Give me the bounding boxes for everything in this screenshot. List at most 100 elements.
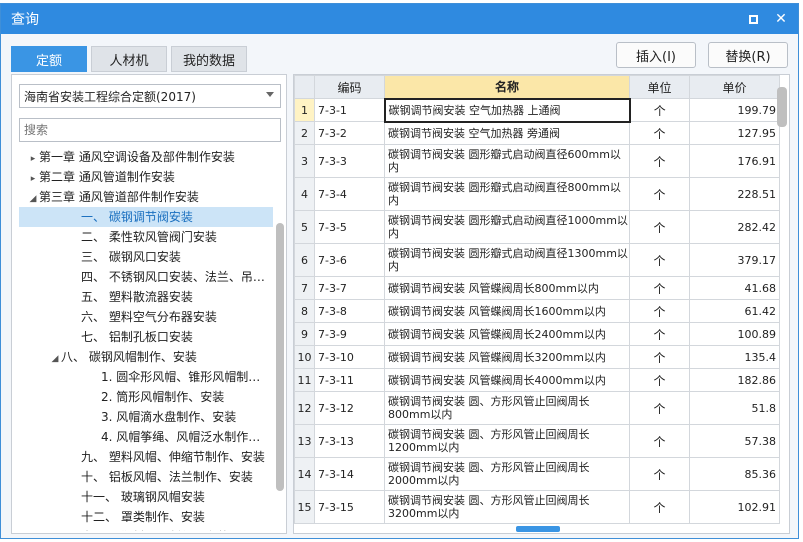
cell-unit: 个 <box>629 177 690 211</box>
header-unit[interactable]: 单位 <box>629 75 690 99</box>
tree-item-label: 第一章 通风空调设备及部件制作安装 <box>39 150 235 164</box>
cell-price: 61.42 <box>689 299 780 323</box>
table-row[interactable]: 9 7-3-9 碳钢调节阀安装 风管蝶阀周长2400mm以内个 100.89 <box>294 322 780 346</box>
table-row[interactable]: 1 7-3-1 碳钢调节阀安装 空气加热器 上通阀个 199.79 <box>294 97 780 123</box>
tree-item[interactable]: ◢ 八、 碳钢风帽制作、安装 <box>19 347 273 367</box>
search-input[interactable] <box>19 118 281 142</box>
cell-price: 51.8 <box>689 391 780 425</box>
tree-item[interactable]: 十、 铝板风帽、法兰制作、安装 <box>19 467 273 487</box>
expand-arrow-icon[interactable]: ▸ <box>27 169 39 189</box>
tree-item[interactable]: 4. 风帽筝绳、风帽泛水制作… <box>19 427 273 447</box>
table-row[interactable]: 6 7-3-6 碳钢调节阀安装 圆形瓣式启动阀直径1300mm以内个 379.17 <box>294 243 780 277</box>
cell-name: 碳钢调节阀安装 圆、方形风管止回阀周长1200mm以内 <box>384 424 630 458</box>
cell-code: 7-3-7 <box>314 276 385 300</box>
table-row[interactable]: 2 7-3-2 碳钢调节阀安装 空气加热器 旁通阀个 127.95 <box>294 121 780 145</box>
table-row[interactable]: 3 7-3-3 碳钢调节阀安装 圆形瓣式启动阀直径600mm以内个 176.91 <box>294 144 780 178</box>
header-price[interactable]: 单价 <box>689 75 780 99</box>
cell-name: 碳钢调节阀安装 圆形瓣式启动阀直径1000mm以内 <box>384 210 630 244</box>
table-header-row: 编码 名称 单位 单价 <box>294 75 780 99</box>
insert-button[interactable]: 插入(I) <box>616 42 696 68</box>
row-number: 7 <box>294 276 315 300</box>
cell-name: 碳钢调节阀安装 风管蝶阀周长2400mm以内 <box>384 322 630 346</box>
cell-price: 41.68 <box>689 276 780 300</box>
replace-button[interactable]: 替换(R) <box>708 42 788 68</box>
tree-item-label: 三、 碳钢风口安装 <box>81 250 181 264</box>
cell-code: 7-3-14 <box>314 457 385 491</box>
cell-price: 135.4 <box>689 345 780 369</box>
table-row[interactable]: 12 7-3-12 碳钢调节阀安装 圆、方形风管止回阀周长800mm以内个 51.8 <box>294 391 780 425</box>
expand-arrow-icon[interactable]: ▸ <box>27 149 39 169</box>
tree-item[interactable]: 一、 碳钢调节阀安装 <box>19 207 273 227</box>
title-bar: 查询 ✕ <box>1 4 798 34</box>
table-row[interactable]: 14 7-3-14 碳钢调节阀安装 圆、方形风管止回阀周长2000mm以内个 85.3… <box>294 457 780 491</box>
cell-unit: 个 <box>629 144 690 178</box>
table-row[interactable]: 13 7-3-13 碳钢调节阀安装 圆、方形风管止回阀周长1200mm以内个 57.3… <box>294 424 780 458</box>
row-number: 8 <box>294 299 315 323</box>
table-scrollbar[interactable] <box>777 87 787 127</box>
row-number: 12 <box>294 391 315 425</box>
collapse-arrow-icon[interactable]: ◢ <box>27 189 39 209</box>
cell-name: 碳钢调节阀安装 空气加热器 上通阀 <box>383 97 631 123</box>
cell-code: 7-3-15 <box>314 490 385 524</box>
cell-code: 7-3-2 <box>314 121 385 145</box>
cell-price: 176.91 <box>689 144 780 178</box>
tree-item[interactable]: 十一、 玻璃钢风帽安装 <box>19 487 273 507</box>
row-number: 13 <box>294 424 315 458</box>
tree-scrollbar[interactable] <box>276 223 284 491</box>
tab-quota[interactable]: 定额 <box>11 46 87 72</box>
cell-price: 199.79 <box>689 98 780 122</box>
table-row[interactable]: 8 7-3-8 碳钢调节阀安装 风管蝶阀周长1600mm以内个 61.42 <box>294 299 780 323</box>
tree-item[interactable]: 七、 铝制孔板口安装 <box>19 327 273 347</box>
cell-unit: 个 <box>629 322 690 346</box>
tree-item-label: 九、 塑料风帽、伸缩节制作、安装 <box>81 450 265 464</box>
query-dialog: 查询 ✕ 定额 人材机 我的数据 插入(I) 替换(R) 海南省安装工程综合定额… <box>0 3 799 539</box>
cell-name: 碳钢调节阀安装 空气加热器 旁通阀 <box>384 121 630 145</box>
quota-library-select[interactable]: 海南省安装工程综合定额(2017) <box>19 84 281 108</box>
table-row[interactable]: 15 7-3-15 碳钢调节阀安装 圆、方形风管止回阀周长3200mm以内个 102.… <box>294 490 780 524</box>
cell-price: 228.51 <box>689 177 780 211</box>
close-icon[interactable]: ✕ <box>770 8 792 30</box>
tree-item-label: 十、 铝板风帽、法兰制作、安装 <box>81 470 253 484</box>
cell-unit: 个 <box>629 210 690 244</box>
tree-item[interactable]: 十三、 塑料风罩制作、安装 <box>19 527 273 531</box>
table-row[interactable]: 11 7-3-11 碳钢调节阀安装 风管蝶阀周长4000mm以内个 182.86 <box>294 368 780 392</box>
cell-unit: 个 <box>629 299 690 323</box>
tree-item[interactable]: ◢ 第三章 通风管道部件制作安装 <box>19 187 273 207</box>
header-code[interactable]: 编码 <box>314 75 385 99</box>
tree-item-label: 五、 塑料散流器安装 <box>81 290 193 304</box>
cell-price: 57.38 <box>689 424 780 458</box>
table-row[interactable]: 4 7-3-4 碳钢调节阀安装 圆形瓣式启动阀直径800mm以内个 228.51 <box>294 177 780 211</box>
tree-item[interactable]: 五、 塑料散流器安装 <box>19 287 273 307</box>
cell-code: 7-3-13 <box>314 424 385 458</box>
tree-item[interactable]: 2. 筒形风帽制作、安装 <box>19 387 273 407</box>
tree-item[interactable]: 三、 碳钢风口安装 <box>19 247 273 267</box>
tab-my-data[interactable]: 我的数据 <box>171 46 247 72</box>
tree-item[interactable]: 二、 柔性软风管阀门安装 <box>19 227 273 247</box>
tree-item[interactable]: ▸ 第一章 通风空调设备及部件制作安装 <box>19 147 273 167</box>
tree-item[interactable]: 十二、 罩类制作、安装 <box>19 507 273 527</box>
cell-name: 碳钢调节阀安装 风管蝶阀周长4000mm以内 <box>384 368 630 392</box>
maximize-icon[interactable] <box>742 8 764 30</box>
table-row[interactable]: 10 7-3-10 碳钢调节阀安装 风管蝶阀周长3200mm以内个 135.4 <box>294 345 780 369</box>
tree-item[interactable]: ▸ 第二章 通风管道制作安装 <box>19 167 273 187</box>
cell-name: 碳钢调节阀安装 风管蝶阀周长3200mm以内 <box>384 345 630 369</box>
table-row[interactable]: 7 7-3-7 碳钢调节阀安装 风管蝶阀周长800mm以内个 41.68 <box>294 276 780 300</box>
tree-item[interactable]: 3. 风帽滴水盘制作、安装 <box>19 407 273 427</box>
tree-item[interactable]: 九、 塑料风帽、伸缩节制作、安装 <box>19 447 273 467</box>
cell-price: 102.91 <box>689 490 780 524</box>
cell-name: 碳钢调节阀安装 圆、方形风管止回阀周长3200mm以内 <box>384 490 630 524</box>
tree-item-label: 十二、 罩类制作、安装 <box>81 510 205 524</box>
tree-item[interactable]: 1. 圆伞形风帽、锥形风帽制… <box>19 367 273 387</box>
collapse-arrow-icon[interactable]: ◢ <box>49 349 61 369</box>
tree-item[interactable]: 六、 塑料空气分布器安装 <box>19 307 273 327</box>
table-row[interactable]: 5 7-3-5 碳钢调节阀安装 圆形瓣式启动阀直径1000mm以内个 282.42 <box>294 210 780 244</box>
tree-item[interactable]: 四、 不锈钢风口安装、法兰、吊… <box>19 267 273 287</box>
header-rownum <box>294 75 315 99</box>
tree-item-label: 第三章 通风管道部件制作安装 <box>39 190 199 204</box>
tree-item-label: 十一、 玻璃钢风帽安装 <box>81 490 205 504</box>
collapse-handle[interactable] <box>516 526 560 532</box>
results-table-pane: 编码 名称 单位 单价 1 7-3-1 碳钢调节阀安装 空气加热器 上通阀个 199.… <box>293 74 790 534</box>
tree-item-label: 二、 柔性软风管阀门安装 <box>81 230 217 244</box>
tab-materials[interactable]: 人材机 <box>91 46 167 72</box>
header-name[interactable]: 名称 <box>384 75 630 99</box>
